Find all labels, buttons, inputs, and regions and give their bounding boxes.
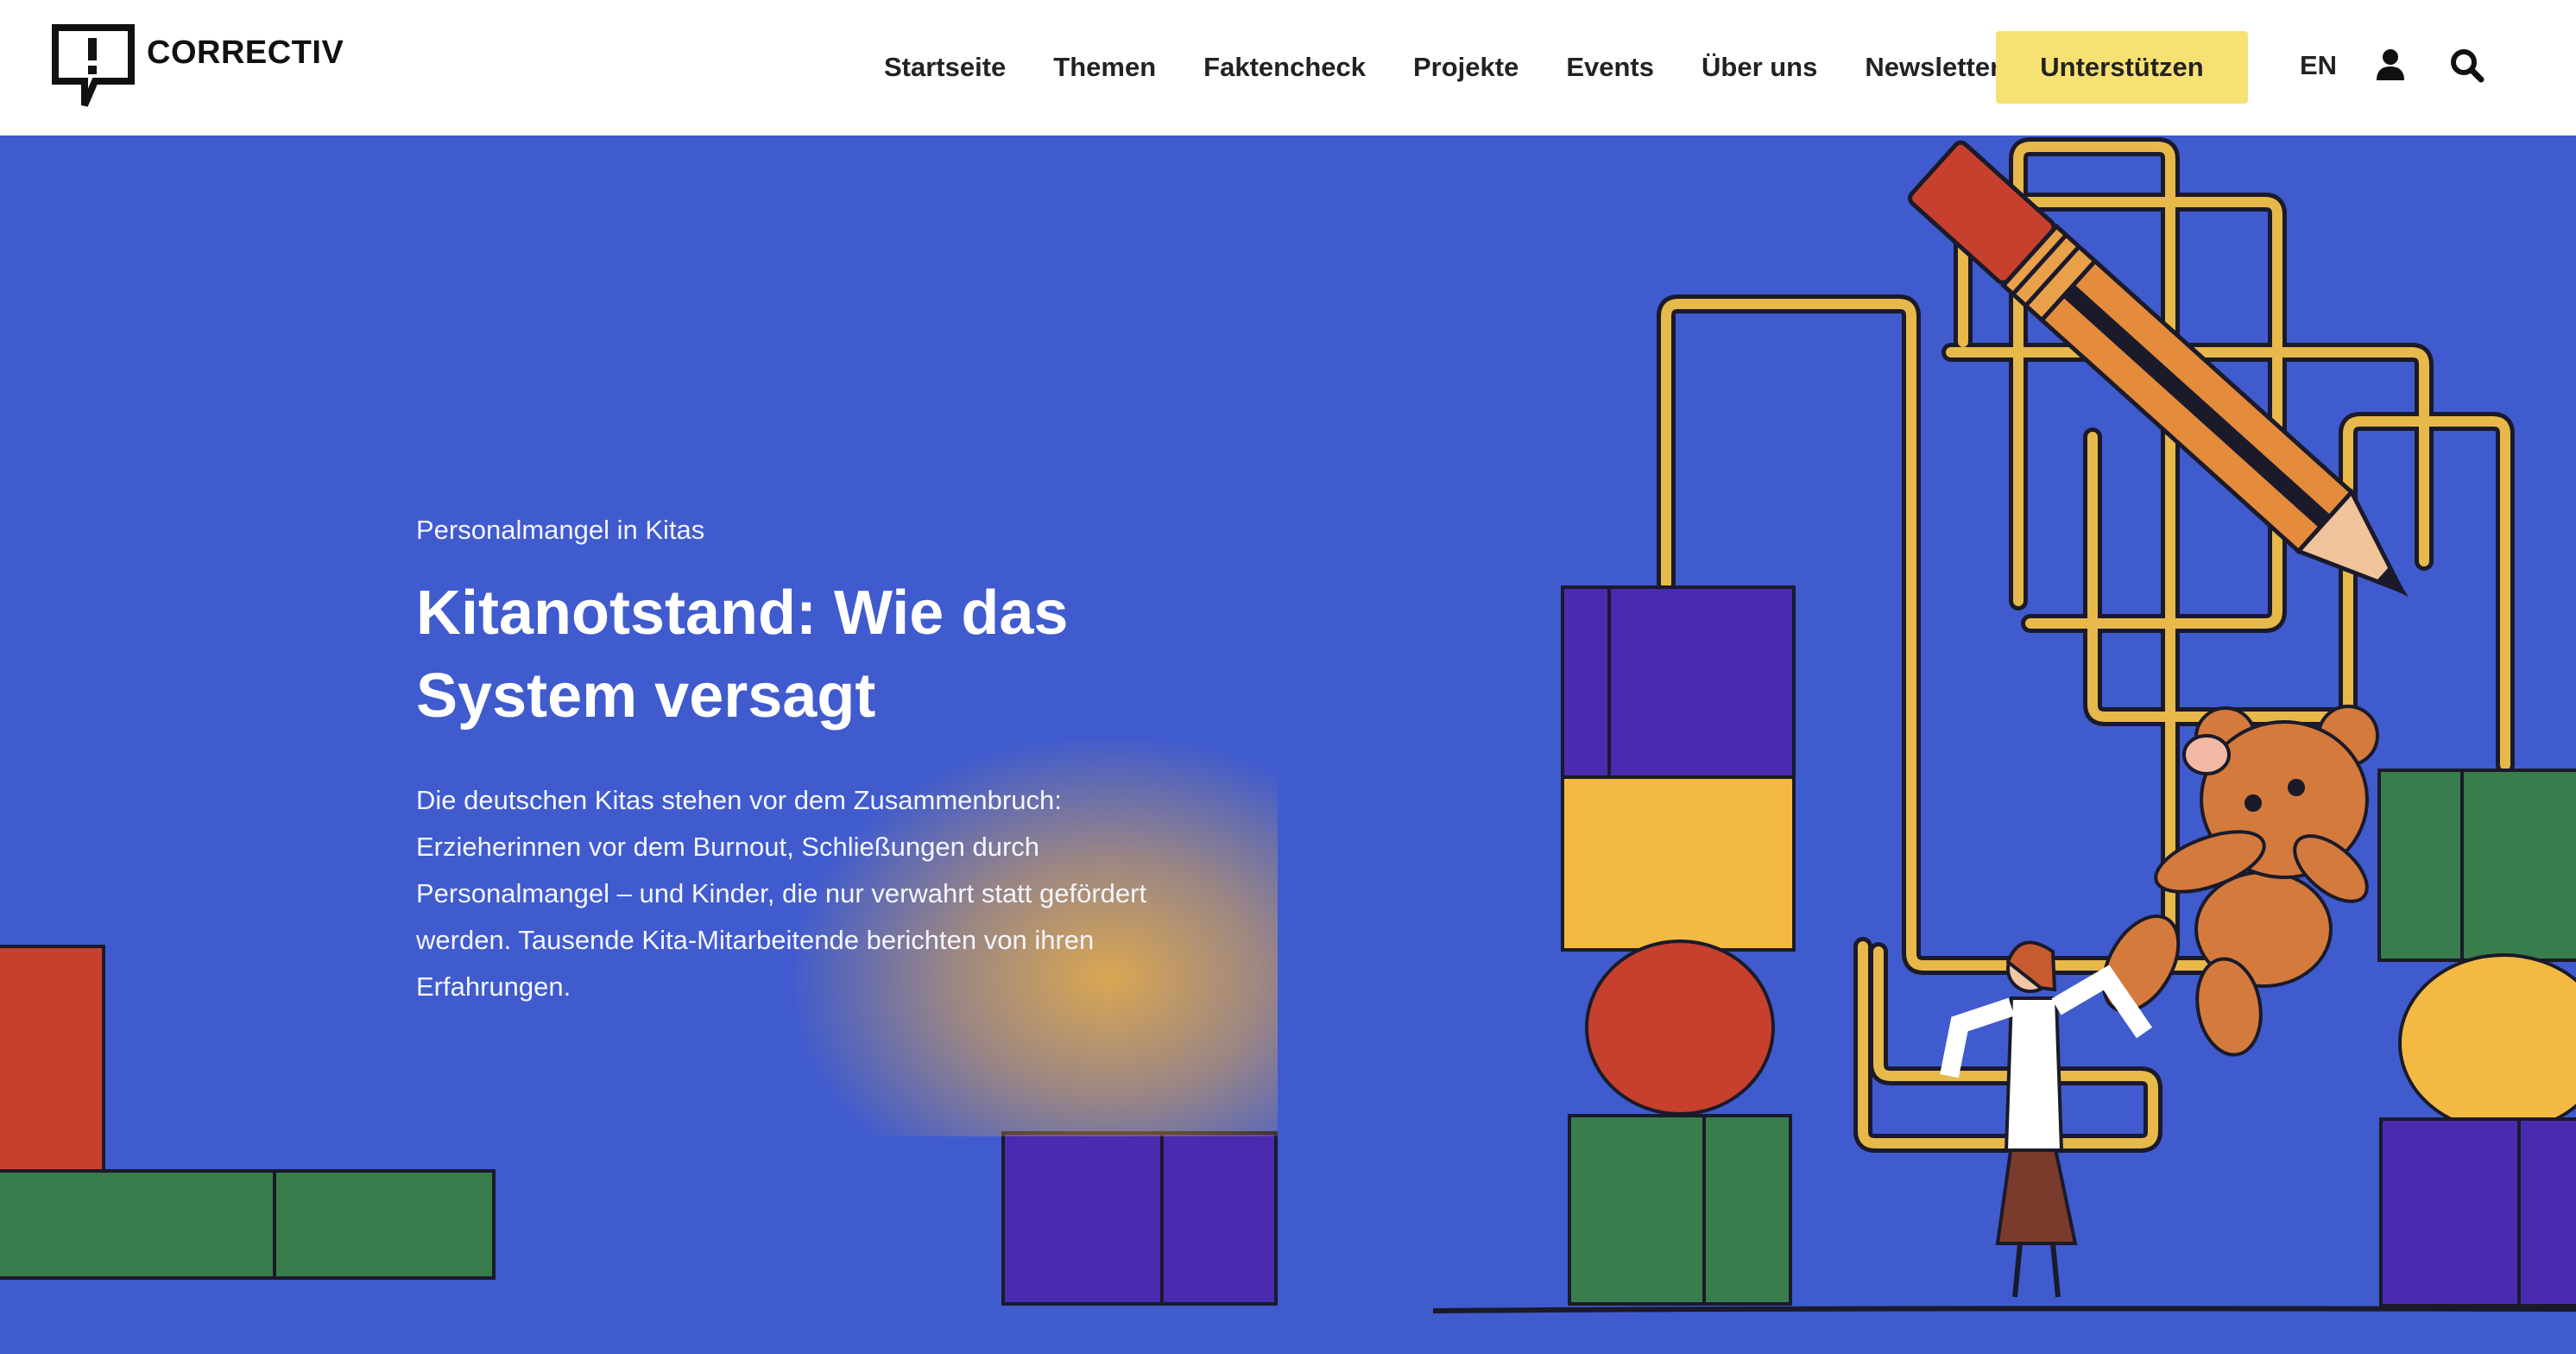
- hero-section[interactable]: Personalmangel in Kitas Kitanotstand: Wi…: [0, 135, 2576, 1354]
- speech-bubble-exclamation-icon: [52, 24, 135, 107]
- nav-item-startseite[interactable]: Startseite: [884, 52, 1006, 83]
- search-icon[interactable]: [2450, 48, 2484, 87]
- green-block-left-b: [273, 1169, 496, 1280]
- nav-item-ueber-uns[interactable]: Über uns: [1702, 52, 1817, 83]
- hero-kicker[interactable]: Personalmangel in Kitas: [416, 515, 1167, 546]
- green-block-right: [2377, 769, 2464, 962]
- hero-headline[interactable]: Kitanotstand: Wie das System versagt: [416, 572, 1167, 737]
- hero-teaser: Die deutschen Kitas stehen vor dem Zusam…: [416, 785, 1147, 1002]
- ground-line: [1432, 1306, 2576, 1313]
- purple-block-right: [2379, 1117, 2521, 1307]
- nav-item-events[interactable]: Events: [1566, 52, 1654, 83]
- nav-item-newsletter[interactable]: Newsletter: [1865, 52, 2000, 83]
- purple-block-center: [1001, 1131, 1164, 1306]
- red-block-left: [0, 945, 105, 1176]
- nav-item-projekte[interactable]: Projekte: [1413, 52, 1518, 83]
- hero-illustration: [0, 137, 2576, 1313]
- language-switch[interactable]: EN: [2300, 50, 2337, 81]
- nav-item-themen[interactable]: Themen: [1053, 52, 1156, 83]
- support-button[interactable]: Unterstützen: [1996, 31, 2248, 104]
- nav-item-faktencheck[interactable]: Faktencheck: [1203, 52, 1366, 83]
- red-ball-stack: [1585, 940, 1775, 1116]
- logo[interactable]: CORRECTIV: [50, 22, 344, 112]
- yellow-block-stack: [1561, 775, 1796, 952]
- logo-text: CORRECTIV: [147, 35, 344, 71]
- green-block-stack: [1568, 1114, 1706, 1306]
- hero-text-panel: Personalmangel in Kitas Kitanotstand: Wi…: [416, 515, 1167, 1010]
- purple-block-stack: [1561, 585, 1611, 779]
- green-block-left-a: [0, 1169, 276, 1280]
- site-header: CORRECTIV Startseite Themen Faktencheck …: [0, 0, 2576, 136]
- main-nav: Startseite Themen Faktencheck Projekte E…: [884, 0, 2000, 135]
- user-icon[interactable]: [2376, 48, 2405, 85]
- woman-figure: [1940, 940, 2153, 1298]
- yellow-ball-right: [2398, 953, 2576, 1133]
